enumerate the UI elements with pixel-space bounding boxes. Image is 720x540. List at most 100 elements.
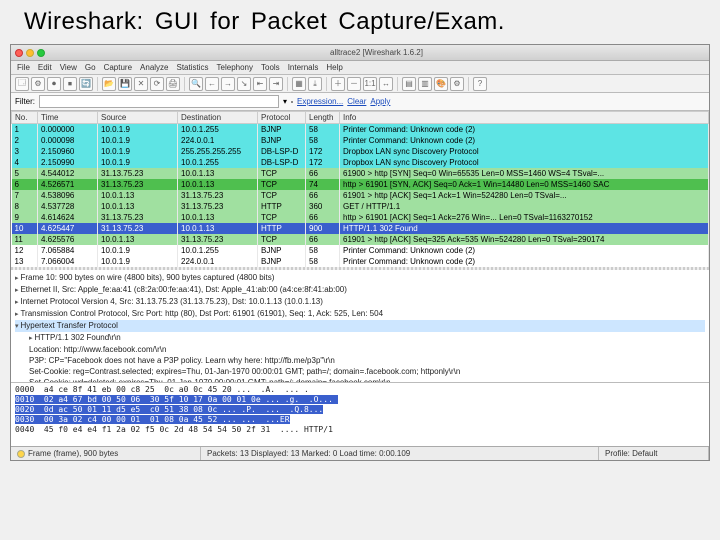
close-file-icon[interactable]: ✕ [134, 77, 148, 91]
separator [184, 77, 185, 91]
coloring-rules-icon[interactable]: 🎨 [434, 77, 448, 91]
menu-capture[interactable]: Capture [104, 63, 132, 72]
http-tree[interactable]: Hypertext Transfer Protocol [15, 320, 705, 332]
hex-line[interactable]: 0010 02 a4 67 bd 00 50 06 30 5f 10 17 0a… [15, 395, 705, 405]
packet-row[interactable]: 42.15099010.0.1.910.0.1.255DB-LSP-D172Dr… [12, 157, 709, 168]
capture-filters-icon[interactable]: ▤ [402, 77, 416, 91]
col-no[interactable]: No. [12, 112, 38, 124]
packet-row[interactable]: 84.53772810.0.1.1331.13.75.23HTTP360GET … [12, 201, 709, 212]
col-destination[interactable]: Destination [178, 112, 258, 124]
col-source[interactable]: Source [98, 112, 178, 124]
packet-row[interactable]: 114.62557610.0.1.1331.13.75.23TCP6661901… [12, 234, 709, 245]
menu-analyze[interactable]: Analyze [140, 63, 168, 72]
go-to-packet-icon[interactable]: ↘ [237, 77, 251, 91]
http-header-line[interactable]: Set-Cookie: reg=Contrast.selected; expir… [15, 366, 705, 377]
open-icon[interactable]: 📂 [102, 77, 116, 91]
display-filters-icon[interactable]: ▥ [418, 77, 432, 91]
cell-proto: BJNP [258, 256, 306, 267]
col-protocol[interactable]: Protocol [258, 112, 306, 124]
start-capture-icon[interactable]: ⏺ [47, 77, 61, 91]
cell-no: 11 [12, 234, 38, 245]
cell-info: Dropbox LAN sync Discovery Protocol [340, 157, 709, 168]
menu-telephony[interactable]: Telephony [217, 63, 253, 72]
go-back-icon[interactable]: ← [205, 77, 219, 91]
menu-tools[interactable]: Tools [261, 63, 280, 72]
packet-row[interactable]: 20.00009810.0.1.9224.0.0.1BJNP58Printer … [12, 135, 709, 146]
preferences-icon[interactable]: ⚙ [450, 77, 464, 91]
go-forward-icon[interactable]: → [221, 77, 235, 91]
zoom-out-icon[interactable]: － [347, 77, 361, 91]
restart-capture-icon[interactable]: 🔄 [79, 77, 93, 91]
minimize-icon[interactable] [26, 49, 34, 57]
go-first-icon[interactable]: ⇤ [253, 77, 267, 91]
packet-header-row: No. Time Source Destination Protocol Len… [12, 112, 709, 124]
col-info[interactable]: Info [340, 112, 709, 124]
packet-row[interactable]: 54.54401231.13.75.2310.0.1.13TCP6661900 … [12, 168, 709, 179]
separator [287, 77, 288, 91]
packet-row[interactable]: 10.00000010.0.1.910.0.1.255BJNP58Printer… [12, 124, 709, 136]
cell-len: 58 [306, 135, 340, 146]
cell-proto: TCP [258, 234, 306, 245]
tcp-tree[interactable]: Transmission Control Protocol, Src Port:… [15, 309, 383, 318]
packet-details[interactable]: Frame 10: 900 bytes on wire (4800 bits),… [11, 270, 709, 382]
packet-bytes[interactable]: 0000 a4 ce 8f 41 eb 00 c8 25 0c a0 0c 45… [11, 382, 709, 446]
http-header-line[interactable]: P3P: CP="Facebook does not have a P3P po… [15, 355, 705, 366]
http-status-line[interactable]: HTTP/1.1 302 Found\r\n [15, 332, 705, 344]
cell-src: 10.0.1.9 [98, 135, 178, 146]
menu-statistics[interactable]: Statistics [177, 63, 209, 72]
cell-len: 66 [306, 168, 340, 179]
filter-expression-button[interactable]: Expression... [297, 97, 343, 106]
hex-line[interactable]: 0000 a4 ce 8f 41 eb 00 c8 25 0c a0 0c 45… [15, 385, 705, 395]
interfaces-icon[interactable]: 🗔 [15, 77, 29, 91]
save-icon[interactable]: 💾 [118, 77, 132, 91]
print-icon[interactable]: 🖨 [166, 77, 180, 91]
status-packets: Packets: 13 Displayed: 13 Marked: 0 Load… [207, 449, 410, 458]
reload-icon[interactable]: ⟳ [150, 77, 164, 91]
filter-clear-button[interactable]: Clear [347, 97, 366, 106]
col-time[interactable]: Time [38, 112, 98, 124]
expert-info-icon[interactable] [17, 450, 25, 458]
cell-time: 4.625576 [38, 234, 98, 245]
menu-help[interactable]: Help [326, 63, 342, 72]
cell-dst: 10.0.1.13 [178, 223, 258, 234]
zoom-reset-icon[interactable]: 1:1 [363, 77, 377, 91]
zoom-in-icon[interactable]: ＋ [331, 77, 345, 91]
stop-capture-icon[interactable]: ⏹ [63, 77, 77, 91]
colorize-icon[interactable]: ▦ [292, 77, 306, 91]
menu-internals[interactable]: Internals [288, 63, 319, 72]
menu-edit[interactable]: Edit [38, 63, 52, 72]
go-last-icon[interactable]: ⇥ [269, 77, 283, 91]
statusbar: Frame (frame), 900 bytes Packets: 13 Dis… [11, 446, 709, 460]
find-icon[interactable]: 🔍 [189, 77, 203, 91]
cell-len: 66 [306, 190, 340, 201]
auto-scroll-icon[interactable]: ⤓ [308, 77, 322, 91]
ethernet-tree[interactable]: Ethernet II, Src: Apple_fe:aa:41 (c8:2a:… [15, 285, 347, 294]
packet-row[interactable]: 127.06588410.0.1.910.0.1.255BJNP58Printe… [12, 245, 709, 256]
hex-line[interactable]: 0040 45 f0 e4 e4 f1 2a 02 f5 0c 2d 48 54… [15, 425, 705, 435]
ip-tree[interactable]: Internet Protocol Version 4, Src: 31.13.… [15, 297, 323, 306]
separator [397, 77, 398, 91]
hex-line[interactable]: 0030 00 3a 02 c4 00 00 01 01 08 0a 45 52… [15, 415, 705, 425]
packet-row[interactable]: 137.06600410.0.1.9224.0.0.1BJNP58Printer… [12, 256, 709, 267]
packet-row[interactable]: 104.62544731.13.75.2310.0.1.13HTTP900HTT… [12, 223, 709, 234]
zoom-icon[interactable] [37, 49, 45, 57]
menu-go[interactable]: Go [85, 63, 96, 72]
packet-row[interactable]: 94.61462431.13.75.2310.0.1.13TCP66http >… [12, 212, 709, 223]
hex-line[interactable]: 0020 0d ac 50 01 11 d5 e5 c0 51 38 08 0c… [15, 405, 705, 415]
help-icon[interactable]: ? [473, 77, 487, 91]
options-icon[interactable]: ⚙ [31, 77, 45, 91]
http-header-line[interactable]: Location: http://www.facebook.com/\r\n [15, 344, 705, 355]
packet-row[interactable]: 74.53809610.0.1.1331.13.75.23TCP6661901 … [12, 190, 709, 201]
resize-columns-icon[interactable]: ↔ [379, 77, 393, 91]
filter-dropdown-icon[interactable]: ▾ [283, 97, 287, 106]
packet-list[interactable]: No. Time Source Destination Protocol Len… [11, 111, 709, 267]
filter-input[interactable] [39, 95, 279, 108]
filter-apply-button[interactable]: Apply [370, 97, 390, 106]
menu-view[interactable]: View [60, 63, 77, 72]
menu-file[interactable]: File [17, 63, 30, 72]
frame-tree[interactable]: Frame 10: 900 bytes on wire (4800 bits),… [15, 273, 274, 282]
close-icon[interactable] [15, 49, 23, 57]
col-length[interactable]: Length [306, 112, 340, 124]
packet-row[interactable]: 32.15096010.0.1.9255.255.255.255DB-LSP-D… [12, 146, 709, 157]
packet-row[interactable]: 64.52657131.13.75.2310.0.1.13TCP74http >… [12, 179, 709, 190]
